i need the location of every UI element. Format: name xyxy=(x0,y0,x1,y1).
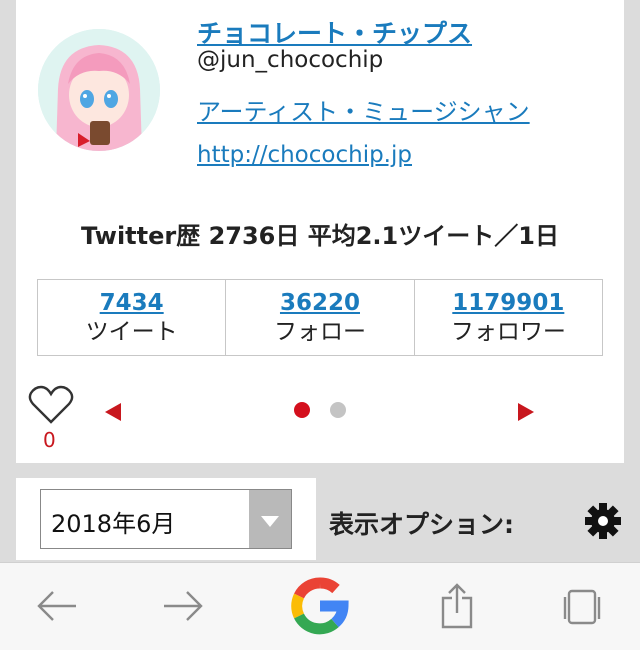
stat-following-value[interactable]: 36220 xyxy=(226,289,413,317)
like-count: 0 xyxy=(43,428,56,452)
twitter-history: Twitter歴 2736日 平均2.1ツイート／1日 xyxy=(81,222,559,250)
stat-followers[interactable]: 1179901 フォロワー xyxy=(415,280,602,355)
stat-following[interactable]: 36220 フォロー xyxy=(226,280,415,355)
heart-icon[interactable] xyxy=(28,385,74,425)
pager-dot-active[interactable] xyxy=(294,402,310,418)
tabs-icon[interactable] xyxy=(562,587,602,627)
next-arrow-icon[interactable] xyxy=(518,403,534,421)
profile-avatar[interactable] xyxy=(38,29,160,151)
profile-name[interactable]: チョコレート・チップス xyxy=(197,14,472,50)
stat-tweets[interactable]: 7434 ツイート xyxy=(38,280,227,355)
forward-arrow-icon[interactable] xyxy=(162,589,204,623)
gear-icon[interactable] xyxy=(584,502,622,540)
stat-tweets-value[interactable]: 7434 xyxy=(38,289,225,317)
profile-role[interactable]: アーティスト・ミュージシャン xyxy=(197,92,530,127)
share-icon[interactable] xyxy=(440,583,474,629)
profile-url[interactable]: http://chocochip.jp xyxy=(197,142,412,168)
stat-following-label: フォロー xyxy=(273,318,366,345)
stat-tweets-label: ツイート xyxy=(85,318,178,345)
stat-followers-label: フォロワー xyxy=(450,318,566,345)
month-select[interactable]: 2018年6月 xyxy=(40,489,292,549)
stat-followers-value[interactable]: 1179901 xyxy=(415,289,602,317)
pager-dot[interactable] xyxy=(330,402,346,418)
display-options-label[interactable]: 表示オプション: xyxy=(329,505,514,541)
chevron-down-icon[interactable] xyxy=(249,490,291,548)
back-arrow-icon[interactable] xyxy=(36,589,78,623)
prev-arrow-icon[interactable] xyxy=(105,403,121,421)
month-select-value: 2018年6月 xyxy=(51,510,176,538)
profile-handle: @jun_chocochip xyxy=(197,47,384,73)
google-logo-icon[interactable] xyxy=(289,575,351,637)
stats-table: 7434 ツイート 36220 フォロー 1179901 フォロワー xyxy=(37,279,603,356)
browser-toolbar xyxy=(0,562,640,650)
